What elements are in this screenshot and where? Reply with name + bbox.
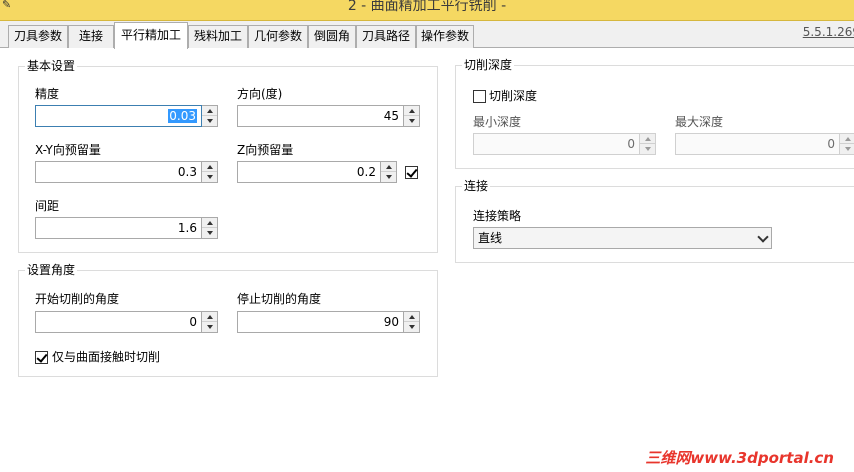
watermark: 三维网www.3dportal.cn bbox=[645, 449, 834, 467]
tab-bar: 刀具参数 连接 平行精加工 残料加工 几何参数 倒圆角 刀具路径 操作参数 5.… bbox=[0, 21, 854, 49]
direction-label: 方向(度) bbox=[237, 87, 283, 101]
arrow-down-icon[interactable] bbox=[202, 172, 217, 182]
max-depth-input[interactable]: 0 bbox=[675, 133, 840, 155]
window-title: 2 - 曲面精加工平行铣削 - bbox=[347, 0, 507, 14]
precision-label: 精度 bbox=[35, 87, 60, 101]
tab-toolpath[interactable]: 刀具路径 bbox=[356, 25, 416, 48]
cut-depth-checkbox[interactable] bbox=[473, 90, 486, 103]
angle-settings-group: 设置角度 开始切削的角度 0 停止切削的角度 90 仅与曲面接触时切削 bbox=[18, 262, 438, 377]
min-depth-input[interactable]: 0 bbox=[473, 133, 640, 155]
arrow-up-icon[interactable] bbox=[840, 134, 854, 144]
arrow-up-icon[interactable] bbox=[640, 134, 655, 144]
stepper-arrows[interactable] bbox=[404, 105, 420, 127]
arrow-down-icon[interactable] bbox=[640, 144, 655, 154]
tab-geometry[interactable]: 几何参数 bbox=[248, 25, 308, 48]
arrow-down-icon[interactable] bbox=[404, 322, 419, 332]
stepper-arrows[interactable] bbox=[381, 161, 397, 183]
surface-contact-label[interactable]: 仅与曲面接触时切削 bbox=[52, 349, 160, 365]
direction-input[interactable]: 45 bbox=[237, 105, 404, 127]
start-angle-label: 开始切削的角度 bbox=[35, 292, 120, 306]
spacing-label: 间距 bbox=[35, 199, 60, 213]
stepper-arrows[interactable] bbox=[404, 311, 420, 333]
start-angle-input[interactable]: 0 bbox=[35, 311, 202, 333]
tab-link[interactable]: 连接 bbox=[68, 25, 114, 48]
precision-stepper[interactable]: 0.03 bbox=[35, 105, 218, 127]
stop-angle-label: 停止切削的角度 bbox=[237, 292, 322, 306]
xy-stock-stepper[interactable]: 0.3 bbox=[35, 161, 218, 183]
arrow-up-icon[interactable] bbox=[202, 312, 217, 322]
max-depth-label: 最大深度 bbox=[675, 115, 724, 129]
z-stock-label: Z向预留量 bbox=[237, 143, 294, 157]
tab-content: 基本设置 精度 0.03 方向(度) 45 X-Y向预留量 0.3 Z向预留量 … bbox=[0, 48, 854, 472]
stop-angle-stepper[interactable]: 90 bbox=[237, 311, 420, 333]
precision-input[interactable]: 0.03 bbox=[35, 105, 202, 127]
xy-stock-label: X-Y向预留量 bbox=[35, 143, 101, 157]
arrow-up-icon[interactable] bbox=[404, 312, 419, 322]
stepper-arrows[interactable] bbox=[202, 161, 218, 183]
tab-rest-machining[interactable]: 残料加工 bbox=[188, 25, 248, 48]
arrow-up-icon[interactable] bbox=[202, 106, 217, 116]
max-depth-stepper[interactable]: 0 bbox=[675, 133, 854, 155]
stepper-arrows[interactable] bbox=[202, 217, 218, 239]
arrow-up-icon[interactable] bbox=[202, 162, 217, 172]
version-link[interactable]: 5.5.1.269 bbox=[803, 25, 854, 39]
arrow-down-icon[interactable] bbox=[840, 144, 854, 154]
strategy-select[interactable]: 直线 bbox=[473, 227, 772, 249]
tab-operation-params[interactable]: 操作参数 bbox=[416, 25, 474, 48]
arrow-down-icon[interactable] bbox=[404, 116, 419, 126]
z-stock-stepper[interactable]: 0.2 bbox=[237, 161, 397, 183]
stepper-arrows[interactable] bbox=[840, 133, 854, 155]
stepper-arrows[interactable] bbox=[640, 133, 656, 155]
chevron-down-icon bbox=[757, 231, 769, 243]
z-stock-checkbox[interactable] bbox=[405, 166, 418, 179]
min-depth-label: 最小深度 bbox=[473, 115, 522, 129]
xy-stock-input[interactable]: 0.3 bbox=[35, 161, 202, 183]
arrow-down-icon[interactable] bbox=[202, 228, 217, 238]
group-title: 切削深度 bbox=[462, 57, 515, 73]
group-title: 连接 bbox=[462, 178, 491, 194]
arrow-up-icon[interactable] bbox=[202, 218, 217, 228]
tab-tool-params[interactable]: 刀具参数 bbox=[8, 25, 68, 48]
strategy-value: 直线 bbox=[478, 231, 503, 245]
min-depth-stepper[interactable]: 0 bbox=[473, 133, 656, 155]
connection-group: 连接 连接策略 直线 bbox=[455, 178, 854, 263]
cut-depth-group: 切削深度 切削深度 最小深度 0 最大深度 0 bbox=[455, 57, 854, 169]
strategy-label: 连接策略 bbox=[473, 209, 522, 223]
arrow-down-icon[interactable] bbox=[381, 172, 396, 182]
tab-fillet[interactable]: 倒圆角 bbox=[308, 25, 356, 48]
z-stock-input[interactable]: 0.2 bbox=[237, 161, 381, 183]
surface-contact-checkbox[interactable] bbox=[35, 351, 48, 364]
stop-angle-input[interactable]: 90 bbox=[237, 311, 404, 333]
tab-parallel-finish[interactable]: 平行精加工 bbox=[114, 22, 188, 49]
group-title: 设置角度 bbox=[25, 262, 78, 278]
spacing-stepper[interactable]: 1.6 bbox=[35, 217, 218, 239]
title-bar: ✎ 2 - 曲面精加工平行铣削 - bbox=[0, 0, 854, 21]
cut-depth-checkbox-label[interactable]: 切削深度 bbox=[489, 88, 537, 104]
start-angle-stepper[interactable]: 0 bbox=[35, 311, 218, 333]
arrow-up-icon[interactable] bbox=[381, 162, 396, 172]
stepper-arrows[interactable] bbox=[202, 105, 218, 127]
arrow-down-icon[interactable] bbox=[202, 322, 217, 332]
selected-text: 0.03 bbox=[168, 109, 197, 123]
arrow-up-icon[interactable] bbox=[404, 106, 419, 116]
arrow-down-icon[interactable] bbox=[202, 116, 217, 126]
spacing-input[interactable]: 1.6 bbox=[35, 217, 202, 239]
basic-settings-group: 基本设置 精度 0.03 方向(度) 45 X-Y向预留量 0.3 Z向预留量 … bbox=[18, 58, 438, 253]
stepper-arrows[interactable] bbox=[202, 311, 218, 333]
direction-stepper[interactable]: 45 bbox=[237, 105, 420, 127]
group-title: 基本设置 bbox=[25, 58, 78, 74]
